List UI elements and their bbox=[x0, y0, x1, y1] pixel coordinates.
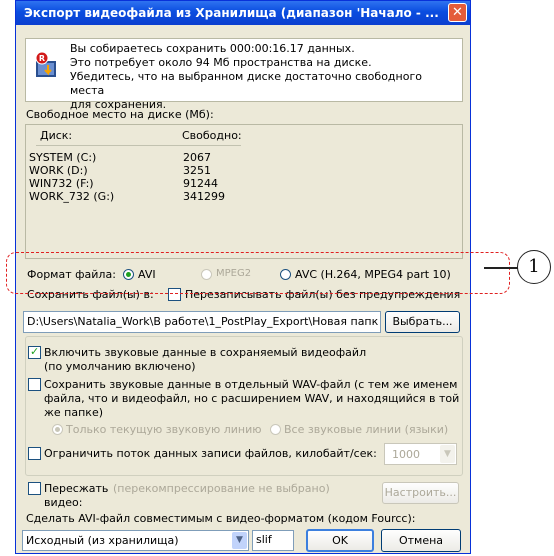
disk-free: 91244 bbox=[183, 177, 218, 190]
disk-free: 3251 bbox=[183, 164, 211, 177]
col-disk-header: Диск: bbox=[40, 129, 73, 142]
export-video-icon: R bbox=[35, 51, 56, 77]
recompress-status: (перекомпрессирование не выбрано) bbox=[113, 482, 330, 495]
limit-rate-value: 1000 bbox=[392, 448, 420, 461]
fourcc-select[interactable]: Исходный (из хранилища) ▼ bbox=[22, 530, 249, 551]
info-text: Вы собираетесь сохранить 000:00:16.17 да… bbox=[70, 42, 455, 112]
separate-wav-label[interactable]: Сохранить звуковые данные в отдельный WA… bbox=[44, 378, 457, 391]
separate-wav-label-2: файла, что и видеофайл, но с расширением… bbox=[44, 392, 460, 405]
track-all-radio bbox=[270, 424, 281, 435]
recompress-label-2: видео: bbox=[44, 496, 83, 509]
include-audio-sublabel: (по умолчанию включено) bbox=[44, 360, 196, 373]
format-highlight-frame bbox=[6, 252, 510, 294]
separate-wav-label-3: же папке) bbox=[44, 406, 104, 419]
recompress-label[interactable]: Пересжать bbox=[44, 482, 108, 495]
disk-name: WIN732 (F:) bbox=[29, 177, 94, 190]
disk-free: 341299 bbox=[183, 190, 225, 203]
close-icon[interactable]: ✕ bbox=[448, 3, 467, 22]
limit-rate-select: 1000 ▼ bbox=[384, 443, 457, 465]
disk-list[interactable]: Диск: Свободно: SYSTEM (C:) 2067 WORK (D… bbox=[25, 124, 463, 259]
info-line: Вы собираетесь сохранить 000:00:16.17 да… bbox=[70, 42, 355, 55]
dialog-title: Экспорт видеофайла из Хранилища (диапазо… bbox=[16, 1, 470, 25]
fourcc-label: Сделать AVI-файл совместимым с видео-фор… bbox=[26, 512, 416, 525]
svg-text:R: R bbox=[39, 54, 45, 63]
separate-wav-checkbox[interactable] bbox=[28, 378, 41, 391]
callout-leader-line bbox=[484, 267, 518, 269]
col-free-header: Свободно: bbox=[182, 129, 242, 142]
disk-name: SYSTEM (C:) bbox=[29, 151, 97, 164]
ok-button[interactable]: OK bbox=[306, 529, 374, 552]
include-audio-checkbox[interactable]: ✓ bbox=[28, 345, 41, 359]
fourcc-code-input[interactable]: slif bbox=[252, 530, 294, 551]
info-line: Это потребует около 94 Мб пространства н… bbox=[70, 56, 372, 69]
browse-button[interactable]: Выбрать... bbox=[385, 311, 460, 333]
disk-space-label: Свободное место на диске (Мб): bbox=[26, 108, 214, 121]
limit-rate-checkbox[interactable] bbox=[28, 447, 41, 460]
chevron-down-icon: ▼ bbox=[232, 532, 247, 549]
disk-free: 2067 bbox=[183, 151, 211, 164]
configure-button: Настроить... bbox=[382, 482, 459, 504]
track-current-label: Только текущую звуковую линию bbox=[66, 423, 262, 436]
track-current-radio bbox=[52, 424, 63, 435]
chevron-down-icon: ▼ bbox=[440, 445, 455, 463]
header-divider bbox=[36, 145, 241, 146]
disk-name: WORK_732 (G:) bbox=[29, 190, 115, 203]
callout-number: 1 bbox=[517, 250, 551, 284]
save-path-input[interactable]: D:\Users\Natalia_Work\В работе\1_PostPla… bbox=[23, 311, 381, 333]
limit-rate-label[interactable]: Ограничить поток данных записи файлов, к… bbox=[44, 447, 377, 460]
cancel-button[interactable]: Отмена bbox=[381, 529, 461, 552]
recompress-checkbox[interactable] bbox=[28, 482, 41, 495]
info-panel: R Вы собираетесь сохранить 000:00:16.17 … bbox=[25, 38, 463, 111]
include-audio-label[interactable]: Включить звуковые данные в сохраняемый в… bbox=[44, 346, 366, 359]
disk-name: WORK (D:) bbox=[29, 164, 88, 177]
fourcc-selected: Исходный (из хранилища) bbox=[26, 534, 179, 547]
info-line: Убедитесь, что на выбранном диске достат… bbox=[70, 70, 422, 97]
track-all-label: Все звуковые линии (языки) bbox=[284, 423, 449, 436]
